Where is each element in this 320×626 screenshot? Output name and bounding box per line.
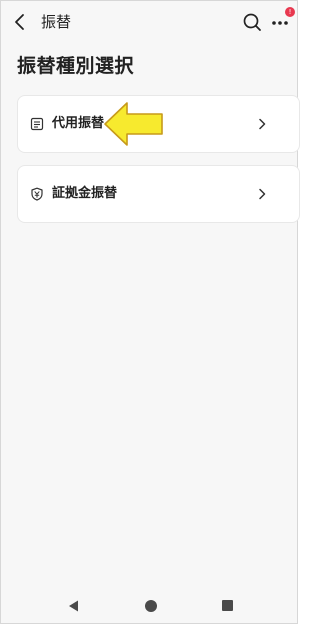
search-icon[interactable] [241,11,263,33]
device-frame: 振替 ! 振替種別選択 代用振替 証拠金振替 [0,0,300,624]
chevron-right-icon [259,188,266,200]
notification-badge: ! [285,7,295,17]
square-recent-icon[interactable] [222,600,233,611]
triangle-back-icon[interactable] [68,600,80,612]
system-nav-bar [3,587,297,623]
option-label: 証拠金振替 [52,186,118,201]
option-card-shoukokin-furikae[interactable]: 証拠金振替 [17,165,300,223]
shield-yen-icon [31,187,43,201]
option-label: 代用振替 [52,116,105,131]
option-card-daiyou-furikae[interactable]: 代用振替 [17,95,300,153]
header-title: 振替 [41,13,72,31]
app-screen: 振替 ! 振替種別選択 代用振替 証拠金振替 [3,3,300,623]
back-chevron-icon[interactable] [9,11,31,33]
page-title: 振替種別選択 [17,55,135,77]
document-icon [30,117,44,131]
app-header: 振替 ! [3,3,297,43]
chevron-right-icon [259,118,266,130]
circle-home-icon[interactable] [145,600,157,612]
